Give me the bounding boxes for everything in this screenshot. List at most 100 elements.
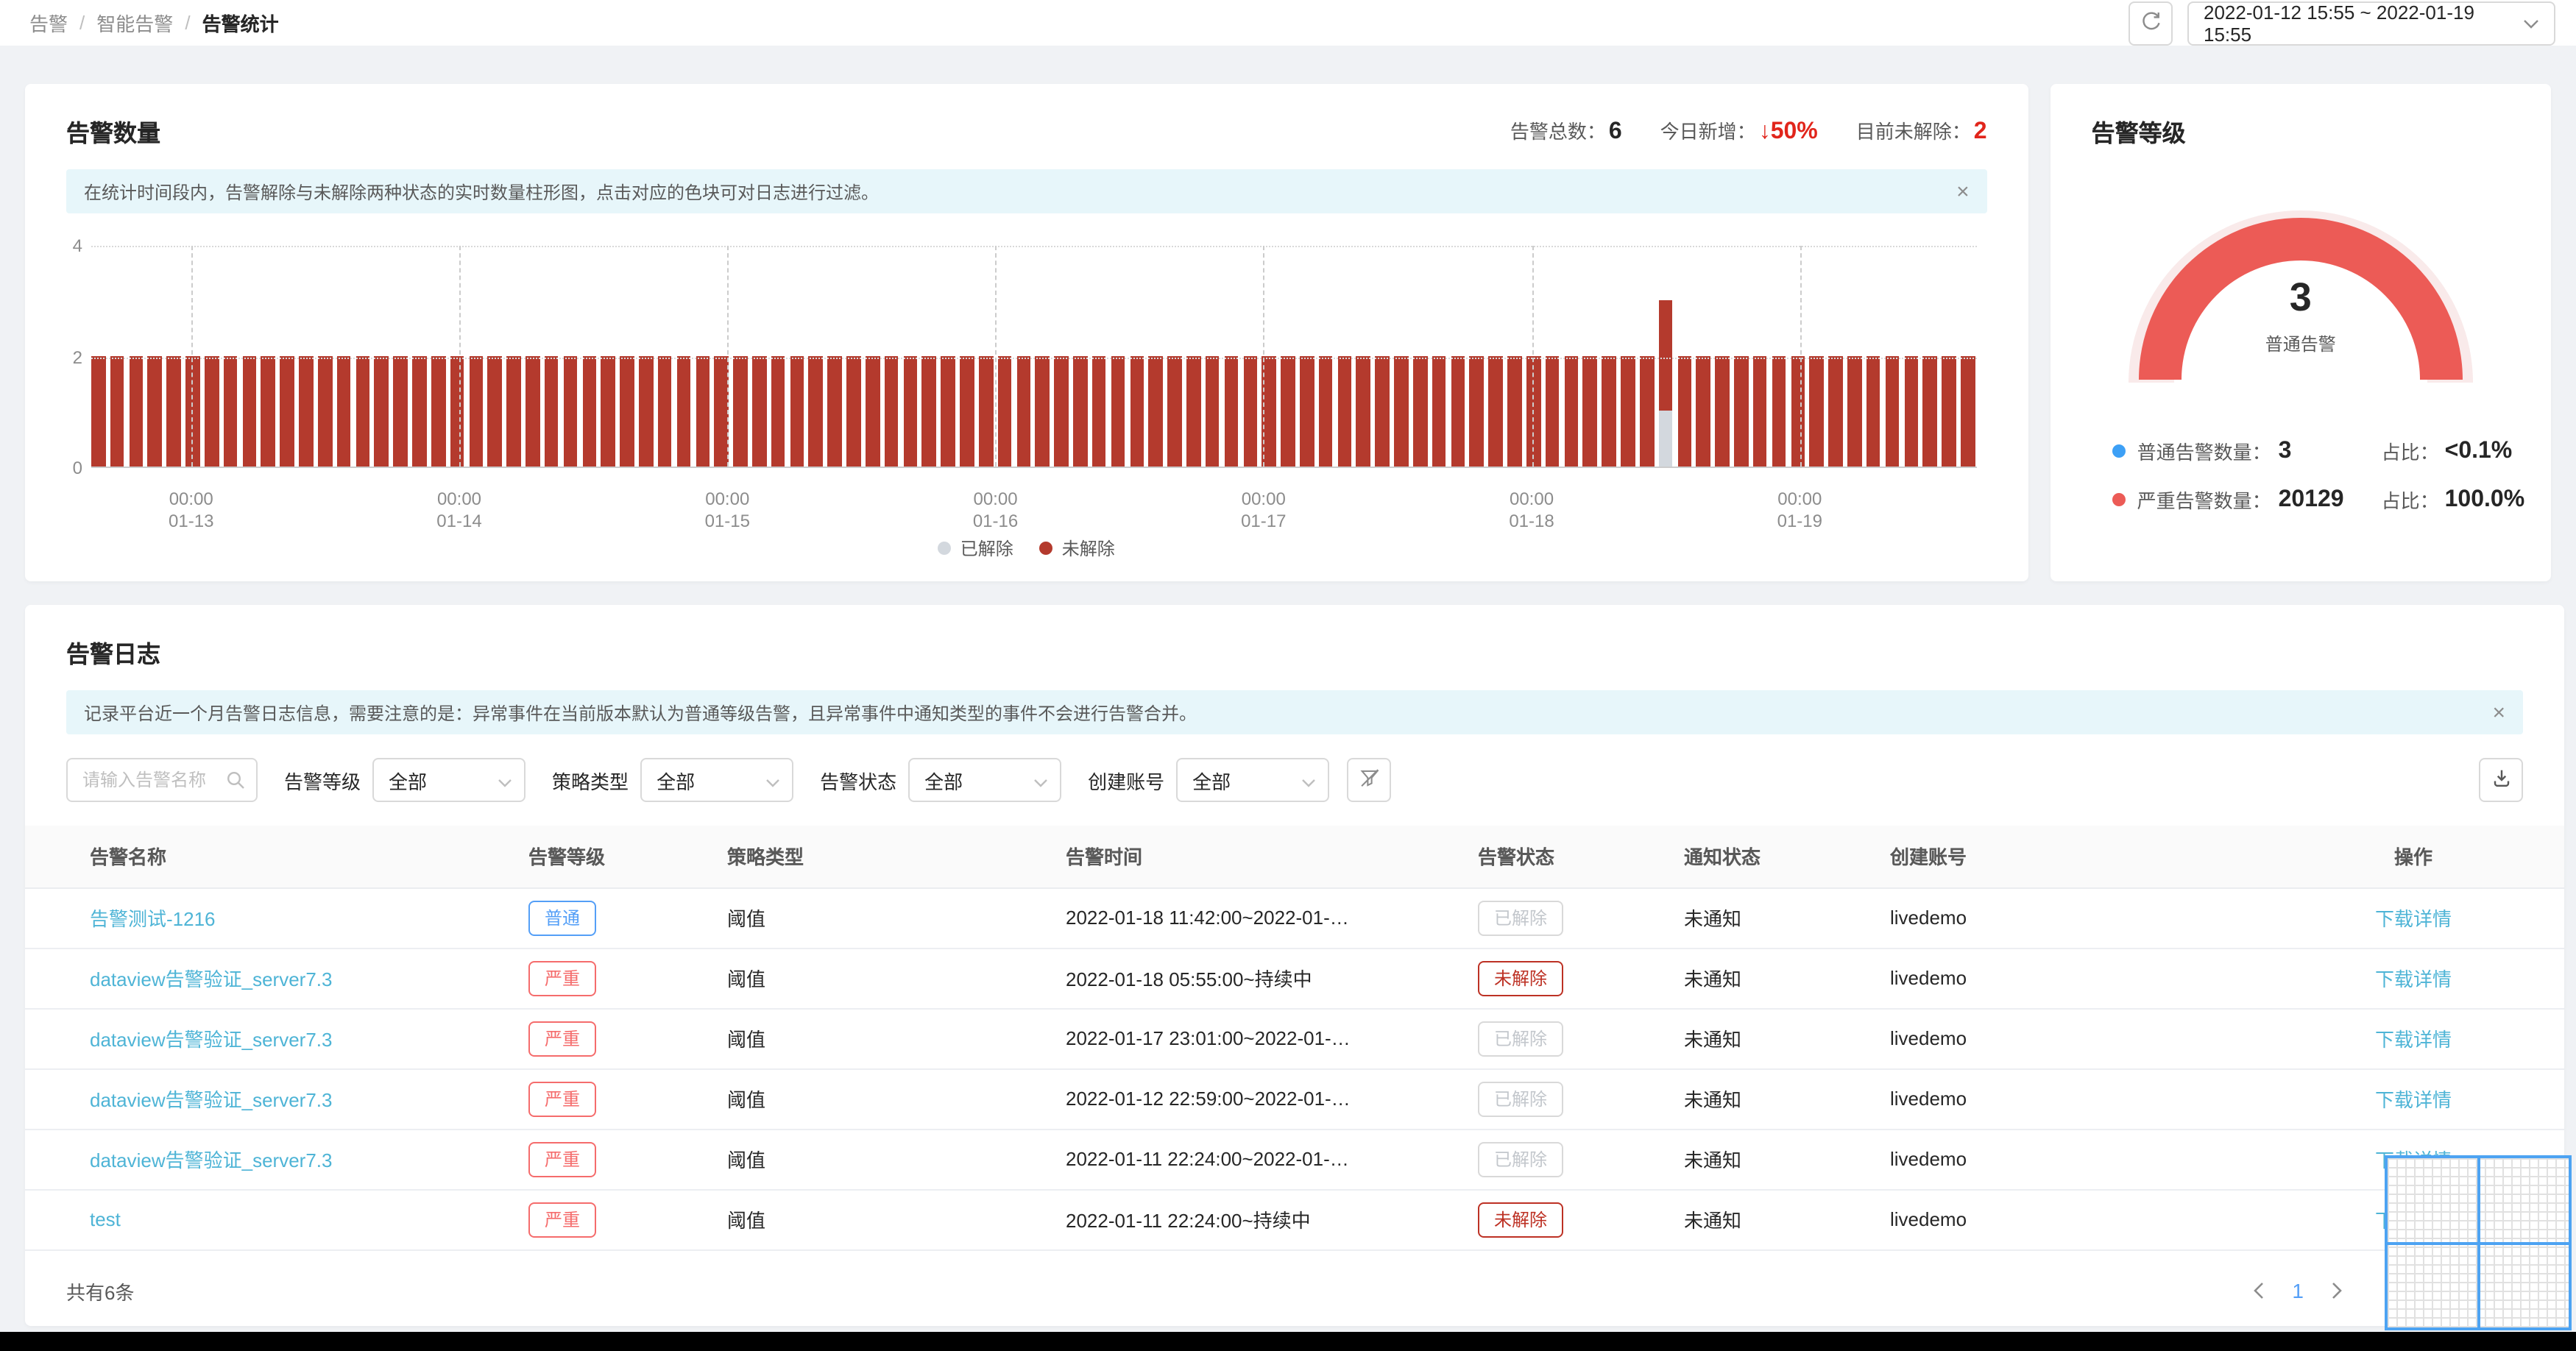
chart-bar[interactable]	[921, 355, 937, 467]
chart-bar[interactable]	[1677, 355, 1692, 467]
chart-bar[interactable]	[1073, 355, 1088, 467]
bar-segment-unresolved[interactable]	[355, 355, 370, 467]
clear-filters-button[interactable]	[1347, 758, 1392, 802]
chart-bar[interactable]	[110, 355, 124, 467]
bar-segment-unresolved[interactable]	[1734, 355, 1749, 467]
chart-bar[interactable]	[1243, 355, 1258, 467]
bar-segment-unresolved[interactable]	[1488, 355, 1503, 467]
bar-segment-unresolved[interactable]	[639, 355, 654, 467]
bar-segment-resolved[interactable]	[1658, 411, 1673, 467]
bar-segment-unresolved[interactable]	[299, 355, 314, 467]
chart-bar[interactable]	[1412, 355, 1428, 467]
chart-bar[interactable]	[1715, 355, 1730, 467]
chart-bar[interactable]	[1772, 355, 1786, 467]
bar-segment-unresolved[interactable]	[903, 355, 918, 467]
chart-bar[interactable]	[1394, 355, 1409, 467]
bar-segment-unresolved[interactable]	[884, 355, 899, 467]
chart-bar[interactable]	[450, 355, 464, 467]
download-detail-link[interactable]: 下载详情	[2375, 1089, 2452, 1111]
refresh-button[interactable]	[2129, 1, 2173, 45]
chart-bar[interactable]	[563, 355, 578, 467]
chart-bar[interactable]	[1488, 355, 1503, 467]
bar-segment-unresolved[interactable]	[526, 355, 540, 467]
bar-segment-unresolved[interactable]	[1432, 355, 1446, 467]
bar-segment-unresolved[interactable]	[808, 355, 824, 467]
bar-segment-unresolved[interactable]	[1300, 355, 1314, 467]
chart-bar[interactable]	[299, 355, 314, 467]
bar-segment-unresolved[interactable]	[1715, 355, 1730, 467]
chart-bar[interactable]	[412, 355, 427, 467]
bar-segment-unresolved[interactable]	[1337, 355, 1352, 467]
chart-bar[interactable]	[1035, 355, 1050, 467]
bar-segment-unresolved[interactable]	[733, 355, 748, 467]
breadcrumb-item-1[interactable]: 告警	[29, 9, 68, 37]
bar-segment-unresolved[interactable]	[1847, 355, 1862, 467]
chart-bar[interactable]	[1828, 355, 1843, 467]
filter-select-2[interactable]: 全部	[640, 758, 794, 802]
chart-bar[interactable]	[166, 355, 181, 467]
bar-segment-unresolved[interactable]	[846, 355, 861, 467]
bar-segment-unresolved[interactable]	[676, 355, 691, 467]
chart-bar[interactable]	[978, 355, 994, 467]
chart-bar[interactable]	[808, 355, 824, 467]
bar-segment-unresolved[interactable]	[506, 355, 521, 467]
chart-bar[interactable]	[1054, 355, 1069, 467]
bar-segment-unresolved[interactable]	[790, 355, 804, 467]
bar-segment-unresolved[interactable]	[261, 355, 276, 467]
bar-segment-unresolved[interactable]	[1224, 355, 1239, 467]
chart-bar[interactable]	[865, 355, 880, 467]
chart-bar[interactable]	[1451, 355, 1465, 467]
chart-bar[interactable]	[1091, 355, 1106, 467]
bar-segment-unresolved[interactable]	[1526, 355, 1541, 467]
bar-segment-unresolved[interactable]	[1167, 355, 1182, 467]
bar-segment-unresolved[interactable]	[129, 355, 144, 467]
next-page-icon[interactable]	[2330, 1282, 2343, 1299]
bar-segment-unresolved[interactable]	[1942, 355, 1956, 467]
chart-bar[interactable]	[1337, 355, 1352, 467]
bar-segment-unresolved[interactable]	[1904, 355, 1919, 467]
chart-bar[interactable]	[1526, 355, 1541, 467]
chart-bar[interactable]	[960, 355, 974, 467]
bar-segment-unresolved[interactable]	[431, 355, 445, 467]
chart-bar[interactable]	[827, 355, 842, 467]
bar-segment-unresolved[interactable]	[1564, 355, 1579, 467]
bar-segment-unresolved[interactable]	[1809, 355, 1824, 467]
chart-bar[interactable]	[336, 355, 351, 467]
bar-segment-unresolved[interactable]	[317, 355, 333, 467]
chart-bar[interactable]	[223, 355, 238, 467]
chart-bar[interactable]	[714, 355, 729, 467]
bar-segment-unresolved[interactable]	[997, 355, 1012, 467]
bar-segment-unresolved[interactable]	[1394, 355, 1409, 467]
bar-segment-unresolved[interactable]	[242, 355, 257, 467]
chart-bar[interactable]	[1375, 355, 1390, 467]
chart-bar[interactable]	[1582, 355, 1598, 467]
bar-segment-unresolved[interactable]	[921, 355, 937, 467]
chart-bar[interactable]	[91, 355, 106, 467]
chart-bar[interactable]	[1602, 355, 1616, 467]
chart-bar[interactable]	[506, 355, 521, 467]
chart-bar[interactable]	[1469, 355, 1485, 467]
download-detail-link[interactable]: 下载详情	[2375, 1029, 2452, 1051]
download-detail-link[interactable]: 下载详情	[2375, 908, 2452, 930]
chart-bar[interactable]	[1318, 355, 1333, 467]
bar-segment-unresolved[interactable]	[1451, 355, 1465, 467]
chart-bar[interactable]	[941, 355, 955, 467]
legend-item[interactable]: 已解除	[938, 536, 1013, 561]
chart-bar[interactable]	[1186, 355, 1201, 467]
bar-segment-unresolved[interactable]	[1281, 355, 1295, 467]
chart-bar[interactable]	[129, 355, 144, 467]
chart-bar[interactable]	[1300, 355, 1314, 467]
bar-segment-unresolved[interactable]	[563, 355, 578, 467]
bar-segment-unresolved[interactable]	[487, 355, 502, 467]
bar-segment-unresolved[interactable]	[1412, 355, 1428, 467]
bar-segment-unresolved[interactable]	[657, 355, 672, 467]
bar-segment-unresolved[interactable]	[771, 355, 785, 467]
bar-segment-unresolved[interactable]	[1772, 355, 1786, 467]
bar-segment-unresolved[interactable]	[166, 355, 181, 467]
chart-bar[interactable]	[1356, 355, 1371, 467]
chart-bar[interactable]	[1130, 355, 1144, 467]
bar-segment-unresolved[interactable]	[960, 355, 974, 467]
alert-name-link[interactable]: dataview告警验证_server7.3	[90, 1149, 332, 1171]
bar-segment-unresolved[interactable]	[110, 355, 124, 467]
bar-segment-unresolved[interactable]	[1828, 355, 1843, 467]
